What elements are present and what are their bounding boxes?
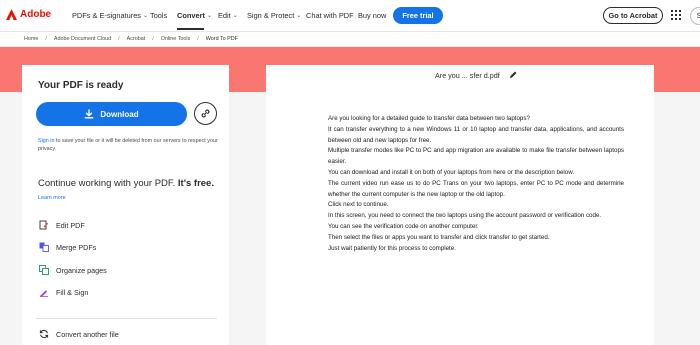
nav-label: Convert [177, 11, 205, 20]
breadcrumb-separator: / [118, 36, 120, 42]
continue-heading: Continue working with your PDF. It's fre… [38, 178, 214, 189]
adobe-logo-icon [6, 9, 17, 20]
breadcrumb-separator: / [197, 36, 199, 42]
breadcrumb-document-cloud[interactable]: Adobe Document Cloud [54, 36, 111, 42]
download-button[interactable]: Download [36, 102, 187, 126]
top-nav: Adobe PDFs & E-signatures ⌄ Tools Conver… [0, 0, 700, 32]
result-panel: Your PDF is ready Download Sign in to sa… [22, 65, 229, 345]
doc-paragraph: Multiple transfer modes like PC to PC an… [328, 147, 624, 166]
tool-label: Merge PDFs [56, 242, 97, 252]
edit-pdf-icon [39, 220, 49, 230]
app-switcher-icon[interactable] [671, 10, 681, 20]
nav-chat-with-pdf[interactable]: Chat with PDF [306, 11, 354, 20]
breadcrumb-online-tools[interactable]: Online Tools [161, 36, 191, 42]
nav-tools[interactable]: Tools [150, 11, 167, 20]
breadcrumb-current: Word To PDF [205, 36, 238, 42]
nav-convert[interactable]: Convert ⌄ [177, 11, 212, 30]
breadcrumb-acrobat[interactable]: Acrobat [127, 36, 146, 42]
breadcrumb-separator: / [45, 36, 47, 42]
nav-label: Chat with PDF [306, 11, 354, 20]
fill-sign-icon [39, 287, 49, 297]
convert-another-file-button[interactable]: Convert another file [39, 329, 119, 339]
download-icon [84, 109, 94, 119]
doc-paragraph: Click next to continue. [328, 201, 389, 209]
tool-merge-pdfs[interactable]: Merge PDFs [39, 242, 96, 252]
share-link-button[interactable] [194, 102, 217, 125]
chevron-down-icon: ⌄ [206, 13, 212, 19]
nav-buy-now[interactable]: Buy now [358, 11, 386, 20]
free-trial-button[interactable]: Free trial [393, 7, 443, 24]
download-label: Download [100, 109, 139, 119]
doc-paragraph: In this screen, you need to connect the … [328, 212, 602, 220]
panel-title: Your PDF is ready [38, 80, 124, 91]
nav-label: PDFs & E-signatures [72, 11, 142, 20]
nav-label: Sign & Protect [247, 11, 295, 20]
doc-paragraph: You can see the verification code on ano… [328, 222, 479, 230]
convert-another-label: Convert another file [56, 329, 119, 339]
chevron-down-icon: ⌄ [143, 13, 149, 19]
rename-pencil-icon[interactable] [509, 70, 518, 81]
nav-pdfs-esignatures[interactable]: PDFs & E-signatures ⌄ [72, 11, 148, 20]
doc-paragraph: Are you looking for a detailed guide to … [328, 115, 530, 122]
file-name: Are you ... sfer d.pdf [435, 71, 500, 80]
doc-paragraph: Then select the files or apps you want t… [328, 233, 550, 241]
signin-note-text: to save your file or it will be deleted … [38, 138, 218, 152]
learn-more-link[interactable]: Learn more [38, 195, 66, 201]
nav-label: Edit [218, 11, 231, 20]
document-text: Are you looking for a detailed guide to … [328, 114, 624, 254]
tool-label: Fill & Sign [56, 287, 89, 297]
filename-bar: Are you ... sfer d.pdf [435, 70, 518, 81]
tool-edit-pdf[interactable]: Edit PDF [39, 220, 85, 230]
go-to-acrobat-button[interactable]: Go to Acrobat [603, 7, 663, 24]
signin-note: Sign in to save your file or it will be … [38, 137, 218, 153]
tool-fill-sign[interactable]: Fill & Sign [39, 287, 88, 297]
chevron-down-icon: ⌄ [296, 13, 302, 19]
adobe-logo[interactable]: Adobe [6, 9, 51, 20]
doc-paragraph: You can download and install it on both … [328, 168, 575, 176]
breadcrumb: Home / Adobe Document Cloud / Acrobat / … [0, 32, 700, 47]
nav-label: Buy now [358, 11, 387, 20]
tool-label: Organize pages [56, 265, 107, 275]
avatar[interactable]: S [690, 7, 700, 25]
link-icon [201, 109, 210, 118]
merge-pdfs-icon [39, 242, 49, 252]
nav-sign-protect[interactable]: Sign & Protect ⌄ [247, 11, 301, 20]
signin-link[interactable]: Sign in [38, 138, 54, 144]
nav-label: Tools [150, 11, 168, 20]
chevron-down-icon: ⌄ [232, 13, 238, 19]
brand-name: Adobe [20, 9, 52, 20]
doc-paragraph: The current video run ease us to do PC T… [328, 179, 624, 198]
tool-organize-pages[interactable]: Organize pages [39, 265, 107, 275]
continue-bold: It's free. [177, 178, 214, 189]
nav-edit[interactable]: Edit ⌄ [218, 11, 238, 20]
doc-paragraph: Just wait patiently for this process to … [328, 244, 456, 252]
refresh-icon [39, 329, 49, 339]
breadcrumb-separator: / [152, 36, 154, 42]
continue-text: Continue working with your PDF. [38, 178, 178, 189]
tool-label: Edit PDF [56, 220, 85, 230]
organize-pages-icon [39, 265, 49, 275]
doc-paragraph: It can transfer everything to a new Wind… [328, 125, 624, 144]
panel-divider [36, 318, 217, 319]
document-preview: Are you ... sfer d.pdf Are you looking f… [266, 65, 654, 345]
breadcrumb-home[interactable]: Home [24, 36, 38, 42]
